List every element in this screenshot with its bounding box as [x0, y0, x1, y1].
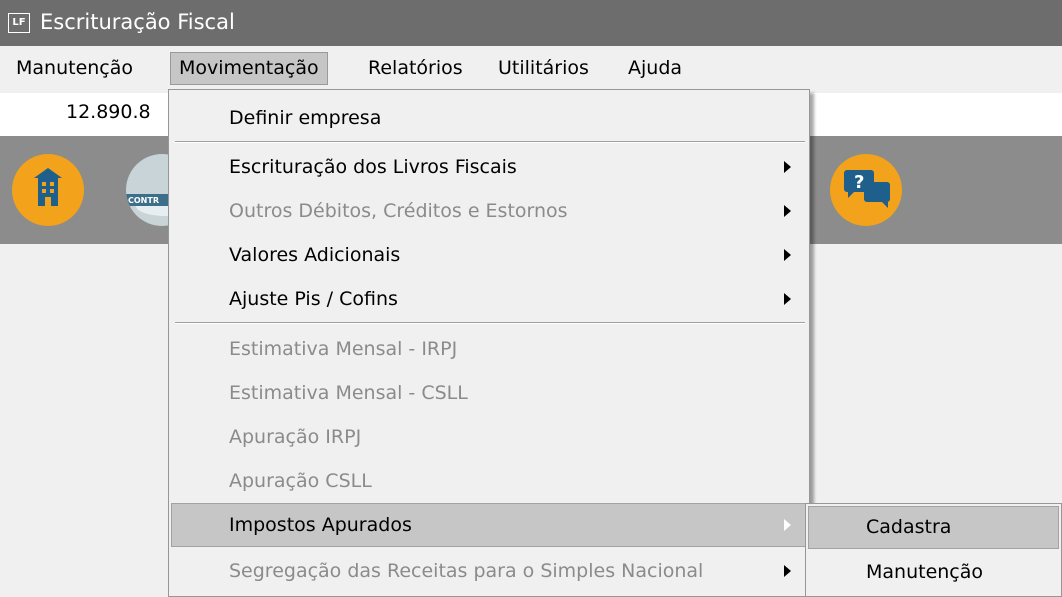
menu-item-estimativa-irpj: Estimativa Mensal - IRPJ — [171, 327, 807, 371]
movimentacao-dropdown: Definir empresa Escrituração dos Livros … — [168, 89, 810, 597]
submenu-item-manutencao[interactable]: Manutenção — [808, 551, 1059, 594]
menu-manutencao[interactable]: Manutenção — [8, 52, 141, 85]
menu-bar: Manutenção Movimentação Relatórios Utili… — [0, 46, 1062, 93]
menu-item-label: Outros Débitos, Créditos e Estornos — [229, 200, 568, 222]
menu-item-label: Apuração IRPJ — [229, 426, 362, 448]
submenu-arrow-icon — [784, 205, 791, 217]
help-chat-icon[interactable]: ? — [830, 154, 902, 226]
submenu-item-cadastra[interactable]: Cadastra — [808, 506, 1059, 549]
submenu-item-label: Manutenção — [866, 561, 984, 583]
company-cnpj: 12.890.8 — [66, 101, 151, 123]
menu-item-outros-debitos: Outros Débitos, Créditos e Estornos — [171, 189, 807, 233]
menu-movimentacao[interactable]: Movimentação — [170, 52, 328, 85]
submenu-arrow-icon — [784, 161, 791, 173]
controle-icon-text: CONTR — [128, 196, 159, 205]
svg-text:?: ? — [854, 172, 864, 193]
submenu-arrow-icon — [784, 519, 791, 531]
menu-relatorios[interactable]: Relatórios — [360, 52, 471, 85]
impostos-apurados-submenu: Cadastra Manutenção — [805, 503, 1062, 597]
menu-item-segregacao-receitas: Segregação das Receitas para o Simples N… — [171, 549, 807, 593]
menu-separator — [175, 322, 805, 324]
menu-item-label: Definir empresa — [229, 107, 382, 129]
submenu-arrow-icon — [784, 293, 791, 305]
menu-item-label: Estimativa Mensal - CSLL — [229, 382, 468, 404]
title-bar: LF Escrituração Fiscal — [0, 0, 1062, 46]
submenu-arrow-icon — [784, 565, 791, 577]
menu-item-label: Valores Adicionais — [229, 244, 401, 266]
menu-item-valores-adicionais[interactable]: Valores Adicionais — [171, 233, 807, 277]
menu-item-apuracao-irpj: Apuração IRPJ — [171, 415, 807, 459]
submenu-item-label: Cadastra — [866, 516, 952, 538]
menu-item-label: Apuração CSLL — [229, 470, 372, 492]
building-icon[interactable] — [12, 154, 84, 226]
menu-item-label: Impostos Apurados — [229, 514, 412, 536]
menu-item-escrituracao-livros[interactable]: Escrituração dos Livros Fiscais — [171, 145, 807, 189]
menu-item-label: Ajuste Pis / Cofins — [229, 288, 398, 310]
menu-item-ajuste-pis-cofins[interactable]: Ajuste Pis / Cofins — [171, 277, 807, 321]
submenu-arrow-icon — [784, 249, 791, 261]
menu-item-impostos-apurados[interactable]: Impostos Apurados — [171, 503, 807, 547]
app-icon: LF — [8, 13, 30, 33]
menu-item-label: Estimativa Mensal - IRPJ — [229, 338, 458, 360]
menu-utilitarios[interactable]: Utilitários — [490, 52, 597, 85]
window-title: Escrituração Fiscal — [40, 10, 235, 34]
menu-item-estimativa-csll: Estimativa Mensal - CSLL — [171, 371, 807, 415]
menu-item-definir-empresa[interactable]: Definir empresa — [171, 96, 807, 140]
menu-item-label: Escrituração dos Livros Fiscais — [229, 156, 517, 178]
menu-ajuda[interactable]: Ajuda — [620, 52, 690, 85]
menu-item-apuracao-csll: Apuração CSLL — [171, 459, 807, 503]
menu-separator — [175, 141, 805, 143]
menu-item-label: Segregação das Receitas para o Simples N… — [229, 560, 704, 582]
